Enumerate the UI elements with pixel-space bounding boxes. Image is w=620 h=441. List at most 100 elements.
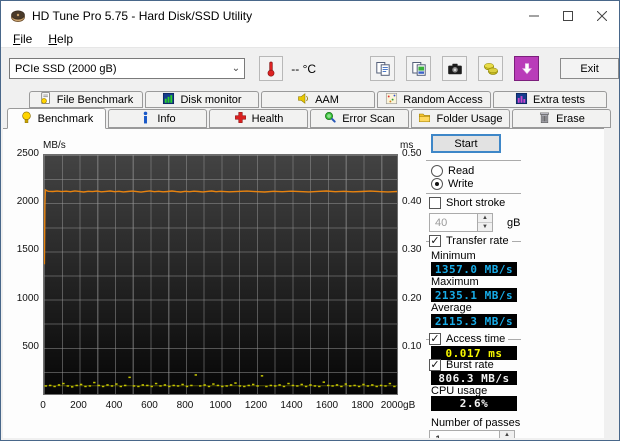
separator — [426, 193, 521, 194]
maximize-button[interactable] — [551, 2, 585, 30]
close-icon — [597, 10, 607, 21]
tab-label: Benchmark — [37, 112, 94, 125]
toolbar: PCIe SSD (2000 gB) ⌄ -- °C Exit — [1, 47, 619, 89]
health-icon — [234, 111, 247, 127]
short-stroke-size-stepper[interactable]: 40 ▲ ▼ — [429, 213, 493, 232]
tab-erase[interactable]: Erase — [512, 109, 611, 128]
x-axis-tick: 400 — [105, 400, 123, 411]
minimum-value: 1357.0 MB/s — [431, 262, 517, 276]
average-label: Average — [431, 302, 472, 314]
copy-image-icon — [411, 61, 427, 77]
export-button[interactable] — [514, 56, 540, 81]
disk-monitor-icon — [162, 92, 175, 108]
write-radio-label: Write — [448, 178, 474, 190]
hdd-icon — [10, 8, 26, 24]
random-access-icon — [385, 92, 398, 108]
y-left-tick: 2500 — [16, 148, 39, 159]
tab-label: Disk monitor — [180, 93, 242, 106]
passes-stepper[interactable]: 1 ▲▼ — [429, 430, 515, 438]
x-axis-tick: 1200 — [244, 400, 268, 411]
screenshot-button[interactable] — [442, 56, 468, 81]
tab-label: Extra tests — [533, 93, 585, 106]
step-down-icon: ▼ — [478, 223, 492, 231]
short-stroke-checkbox[interactable]: Short stroke — [429, 197, 505, 209]
x-axis-tick: 200 — [70, 400, 87, 411]
passes-label: Number of passes — [431, 417, 521, 429]
series-transfer_rate — [44, 188, 397, 265]
tab-extra-tests[interactable]: Extra tests — [493, 91, 607, 108]
thermometer-button[interactable] — [258, 56, 284, 81]
drive-select-combo[interactable]: PCIe SSD (2000 gB) ⌄ — [9, 58, 245, 79]
exit-button[interactable]: Exit — [560, 58, 619, 79]
title-bar: HD Tune Pro 5.75 - Hard Disk/SSD Utility — [1, 1, 619, 30]
download-icon — [519, 61, 535, 77]
transfer-rate-checkbox-box: ✓ — [429, 235, 441, 247]
benchmark-chart — [43, 154, 398, 395]
tab-disk-monitor[interactable]: Disk monitor — [145, 91, 259, 108]
access-time-checkbox[interactable]: ✓ Access time — [429, 333, 509, 345]
camera-icon — [447, 61, 463, 77]
chevron-down-icon: ⌄ — [231, 63, 241, 74]
transfer-rate-label: Transfer rate — [446, 235, 509, 247]
y-right-tick: 0.30 — [402, 244, 422, 256]
burst-rate-checkbox[interactable]: ✓ Burst rate — [429, 359, 494, 371]
x-axis-tick: 800 — [176, 400, 194, 411]
y-right-tick: 0.50 — [402, 148, 422, 159]
tab-row-upper: File Benchmark Disk monitor AAM Random Acce… — [1, 89, 619, 108]
tab-random-access[interactable]: Random Access — [377, 91, 491, 108]
transfer-rate-checkbox[interactable]: ✓ Transfer rate — [429, 235, 512, 247]
tab-label: AAM — [315, 93, 339, 106]
temperature-value: -- °C — [291, 61, 317, 76]
tab-file-benchmark[interactable]: File Benchmark — [29, 91, 143, 108]
y-left-axis-unit: MB/s — [43, 140, 66, 151]
minimum-label: Minimum — [431, 250, 476, 262]
read-radio[interactable]: Read — [431, 165, 474, 177]
access-time-value: 0.017 ms — [431, 346, 517, 360]
folder-icon — [418, 111, 431, 127]
stepper-arrows[interactable]: ▲▼ — [499, 431, 514, 438]
average-value: 2115.3 MB/s — [431, 314, 517, 328]
y-right-tick: 0.20 — [402, 292, 422, 304]
close-button[interactable] — [585, 2, 619, 30]
speaker-icon — [297, 92, 310, 108]
copy-image-button[interactable] — [406, 56, 432, 81]
short-stroke-label: Short stroke — [446, 197, 506, 209]
start-button[interactable]: Start — [431, 134, 501, 153]
write-radio[interactable]: Write — [431, 178, 473, 190]
maximum-value: 2135.1 MB/s — [431, 288, 517, 302]
short-stroke-unit-label: gB — [507, 217, 521, 229]
x-axis-tick: 0 — [40, 400, 46, 411]
tab-folder-usage[interactable]: Folder Usage — [411, 109, 510, 128]
thermometer-icon — [263, 61, 279, 77]
tab-health[interactable]: Health — [209, 109, 308, 128]
tab-aam[interactable]: AAM — [261, 91, 375, 108]
tab-benchmark[interactable]: Benchmark — [7, 108, 106, 129]
app-window: HD Tune Pro 5.75 - Hard Disk/SSD Utility… — [0, 0, 620, 441]
benchmark-page: MB/s ms 2500 2000 1500 1000 500 0.50 0.40 0.30 0… — [3, 128, 604, 438]
passes-value: 1 — [430, 431, 499, 439]
burst-rate-checkbox-box: ✓ — [429, 359, 441, 371]
toolbar-button-group — [370, 56, 540, 81]
menu-help[interactable]: Help — [40, 31, 81, 47]
extra-tests-icon — [515, 92, 528, 108]
burst-rate-label: Burst rate — [446, 359, 494, 371]
y-left-tick: 2000 — [16, 196, 39, 208]
info-icon — [139, 111, 152, 127]
magnifier-icon — [324, 111, 337, 127]
trash-icon — [538, 111, 551, 127]
cpu-usage-value: 2.6% — [431, 396, 517, 411]
x-axis-tick: 1000 — [209, 400, 232, 411]
copy-text-button[interactable] — [370, 56, 396, 81]
tab-info[interactable]: Info — [108, 109, 207, 128]
tab-error-scan[interactable]: Error Scan — [310, 109, 409, 128]
stepper-arrows[interactable]: ▲▼ — [477, 214, 492, 231]
minimize-button[interactable] — [517, 2, 551, 30]
tab-label: Info — [157, 112, 176, 125]
y-left-tick: 1000 — [16, 292, 39, 304]
x-axis-tick: 1800 — [351, 400, 374, 411]
window-title: HD Tune Pro 5.75 - Hard Disk/SSD Utility — [32, 8, 253, 23]
tab-row-lower: Benchmark Info Health Error Scan Folder Usag… — [1, 108, 619, 129]
menu-file[interactable]: File — [5, 31, 40, 47]
y-right-tick: 0.10 — [402, 340, 422, 352]
save-results-button[interactable] — [478, 56, 504, 81]
